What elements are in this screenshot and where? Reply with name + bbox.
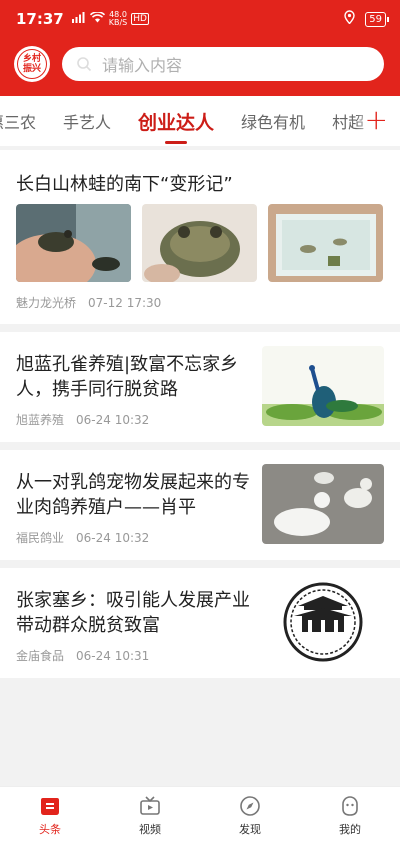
- hd-badge: HD: [131, 13, 149, 25]
- article-card-3[interactable]: 从一对乳鸽宠物发展起来的专业肉鸽养殖户——肖平 福民鸽业 06-24 10:32: [0, 450, 400, 560]
- tab-craftsman[interactable]: 手艺人: [63, 109, 111, 133]
- network-speed: 48.0 KB/S: [108, 10, 128, 27]
- article-meta: 金庙食品 06-24 10:31: [16, 647, 254, 678]
- article-meta: 福民鸽业 06-24 10:32: [16, 529, 254, 560]
- category-tabs: 惠三农 手艺人 创业达人 绿色有机 村超 +: [0, 96, 400, 146]
- article-title: 旭蓝孔雀养殖|致富不忘家乡人，携手同行脱贫路: [16, 354, 239, 400]
- nav-label: 视频: [139, 822, 161, 836]
- article-source: 旭蓝养殖: [16, 413, 65, 427]
- article-time: 06-24 10:31: [76, 649, 150, 663]
- status-bar: 17:37 48.0 KB/S HD 59: [0, 0, 400, 38]
- article-source: 福民鸽业: [16, 531, 65, 545]
- signal-icon: [71, 12, 86, 26]
- tv-icon: [140, 795, 160, 815]
- article-image-temple-logo: [262, 582, 384, 662]
- nav-label: 头条: [39, 822, 61, 836]
- nav-video[interactable]: 视频: [100, 787, 200, 844]
- nav-label: 发现: [239, 822, 261, 836]
- nav-headline[interactable]: 头条: [0, 787, 100, 844]
- tab-sannong[interactable]: 惠三农: [0, 109, 36, 133]
- search-icon: [77, 57, 92, 72]
- article-image-pigeons: [262, 464, 384, 544]
- article-image-frog-hand: [16, 204, 131, 282]
- article-title: 从一对乳鸽宠物发展起来的专业肉鸽养殖户——肖平: [16, 472, 250, 518]
- add-channel-button[interactable]: +: [365, 106, 388, 134]
- battery-indicator: 59: [365, 11, 389, 27]
- app-header: 17:37 48.0 KB/S HD 59 乡村 振兴 请输入内容: [0, 0, 400, 96]
- article-meta: 魅力龙光桥 07-12 17:30: [16, 294, 384, 311]
- article-title: 张家塞乡：吸引能人发展产业 带动群众脱贫致富: [16, 590, 250, 636]
- article-card-4[interactable]: 张家塞乡：吸引能人发展产业 带动群众脱贫致富 金庙食品 06-24 10:31: [0, 568, 400, 678]
- article-title: 长白山林蛙的南下“变形记”: [16, 174, 233, 195]
- headline-icon: [41, 797, 59, 815]
- article-source: 金庙食品: [16, 649, 65, 663]
- article-card-2[interactable]: 旭蓝孔雀养殖|致富不忘家乡人，携手同行脱贫路 旭蓝养殖 06-24 10:32: [0, 332, 400, 442]
- article-image-frog-closeup: [142, 204, 257, 282]
- wifi-icon: [89, 11, 105, 26]
- nav-profile[interactable]: 我的: [300, 787, 400, 844]
- article-meta: 旭蓝养殖 06-24 10:32: [16, 411, 254, 442]
- status-time: 17:37: [16, 10, 64, 28]
- nav-discover[interactable]: 发现: [200, 787, 300, 844]
- app-logo[interactable]: 乡村 振兴: [14, 46, 50, 82]
- tab-entrepreneur[interactable]: 创业达人: [138, 108, 214, 144]
- nav-label: 我的: [339, 822, 361, 836]
- profile-icon: [342, 795, 358, 816]
- article-time: 06-24 10:32: [76, 531, 150, 545]
- article-source: 魅力龙光桥: [16, 296, 77, 310]
- location-icon: [344, 10, 355, 28]
- article-image-peacock: [262, 346, 384, 426]
- tab-green-organic[interactable]: 绿色有机: [241, 109, 305, 133]
- article-image-frog-tank: [268, 204, 383, 282]
- news-feed: 长白山林蛙的南下“变形记” 魅力龙光桥 07-12 17:30 旭蓝孔雀养殖|致…: [0, 150, 400, 686]
- article-time: 06-24 10:32: [76, 413, 150, 427]
- search-placeholder: 请输入内容: [102, 56, 183, 75]
- compass-icon: [240, 795, 260, 816]
- article-time: 07-12 17:30: [88, 296, 162, 310]
- search-input[interactable]: 请输入内容: [62, 47, 384, 81]
- status-icons: 48.0 KB/S HD: [71, 10, 149, 27]
- article-card-1[interactable]: 长白山林蛙的南下“变形记” 魅力龙光桥 07-12 17:30: [0, 150, 400, 324]
- search-row: 乡村 振兴 请输入内容: [0, 38, 400, 90]
- bottom-nav: 头条 视频 发现 我的: [0, 786, 400, 844]
